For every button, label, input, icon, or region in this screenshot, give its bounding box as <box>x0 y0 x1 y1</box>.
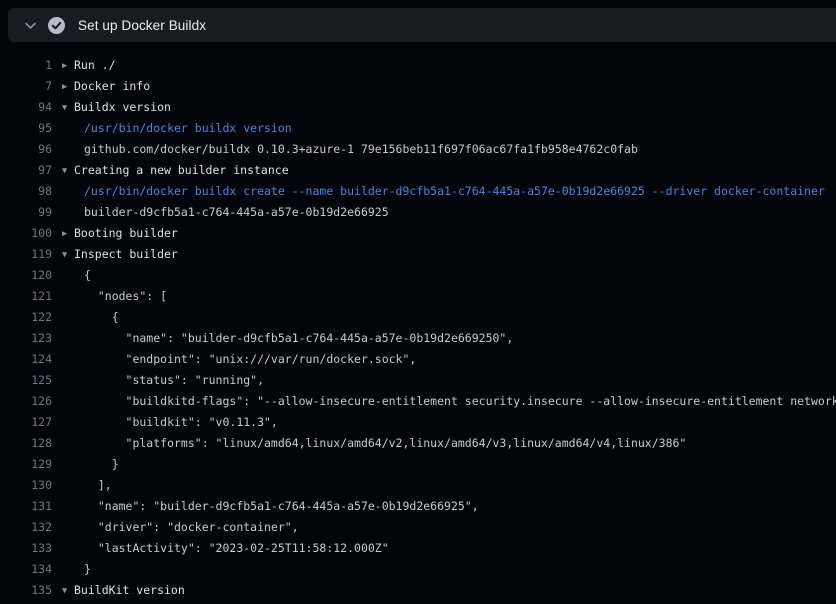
triangle-right-icon: ▶ <box>62 77 74 97</box>
line-number[interactable]: 123 <box>0 328 52 349</box>
log-text: builder-d9cfb5a1-c764-445a-a57e-0b19d2e6… <box>52 202 836 223</box>
log-text: } <box>52 454 836 475</box>
log-line: 134 } <box>0 559 836 580</box>
actions-log-viewer: Set up Docker Buildx 1 ▶Run ./ 7 ▶Docker… <box>0 0 836 604</box>
log-text: { <box>52 265 836 286</box>
log-line: 1 ▶Run ./ <box>0 55 836 76</box>
line-number[interactable]: 129 <box>0 454 52 475</box>
log-line: 128 "platforms": "linux/amd64,linux/amd6… <box>0 433 836 454</box>
group-label: Run ./ <box>74 58 116 72</box>
line-number[interactable]: 97 <box>0 160 52 181</box>
log-line: 99 builder-d9cfb5a1-c764-445a-a57e-0b19d… <box>0 202 836 223</box>
line-number[interactable]: 122 <box>0 307 52 328</box>
line-number[interactable]: 133 <box>0 538 52 559</box>
log-line: 122 { <box>0 307 836 328</box>
line-number[interactable]: 121 <box>0 286 52 307</box>
group-label: Buildx version <box>74 100 171 114</box>
log-text: { <box>52 307 836 328</box>
line-number[interactable]: 96 <box>0 139 52 160</box>
log-line: 125 "status": "running", <box>0 370 836 391</box>
line-number[interactable]: 120 <box>0 265 52 286</box>
log-line: 95 /usr/bin/docker buildx version <box>0 118 836 139</box>
group-toggle[interactable]: ▼Buildx version <box>52 97 836 118</box>
line-number[interactable]: 128 <box>0 433 52 454</box>
group-label: BuildKit version <box>74 583 185 597</box>
log-text: "nodes": [ <box>52 286 836 307</box>
triangle-down-icon: ▼ <box>62 161 74 181</box>
group-toggle[interactable]: ▼BuildKit version <box>52 580 836 601</box>
group-label: Docker info <box>74 79 150 93</box>
line-number[interactable]: 125 <box>0 370 52 391</box>
line-number[interactable]: 7 <box>0 76 52 97</box>
line-number[interactable]: 124 <box>0 349 52 370</box>
log-text: "endpoint": "unix:///var/run/docker.sock… <box>52 349 836 370</box>
log-text: "buildkit": "v0.11.3", <box>52 412 836 433</box>
log-text: "name": "builder-d9cfb5a1-c764-445a-a57e… <box>52 496 836 517</box>
log-line: 133 "lastActivity": "2023-02-25T11:58:12… <box>0 538 836 559</box>
line-number[interactable]: 99 <box>0 202 52 223</box>
line-number[interactable]: 100 <box>0 223 52 244</box>
triangle-down-icon: ▼ <box>62 581 74 601</box>
log-text: "driver": "docker-container", <box>52 517 836 538</box>
log-text: /usr/bin/docker buildx create --name bui… <box>52 181 836 202</box>
log-text: "status": "running", <box>52 370 836 391</box>
log-line: 130 ], <box>0 475 836 496</box>
line-number[interactable]: 98 <box>0 181 52 202</box>
log-line: 7 ▶Docker info <box>0 76 836 97</box>
log-text: github.com/docker/buildx 0.10.3+azure-1 … <box>52 139 836 160</box>
log-text: ], <box>52 475 836 496</box>
line-number[interactable]: 134 <box>0 559 52 580</box>
log-line: 129 } <box>0 454 836 475</box>
group-toggle[interactable]: ▼Inspect builder <box>52 244 836 265</box>
line-number[interactable]: 131 <box>0 496 52 517</box>
group-toggle[interactable]: ▶Booting builder <box>52 223 836 244</box>
group-toggle[interactable]: ▶Run ./ <box>52 55 836 76</box>
triangle-right-icon: ▶ <box>62 56 74 76</box>
log-line: 124 "endpoint": "unix:///var/run/docker.… <box>0 349 836 370</box>
line-number[interactable]: 127 <box>0 412 52 433</box>
check-circle-icon <box>48 17 65 34</box>
log-text: "name": "builder-d9cfb5a1-c764-445a-a57e… <box>52 328 836 349</box>
log-line: 121 "nodes": [ <box>0 286 836 307</box>
line-number[interactable]: 94 <box>0 97 52 118</box>
log-line: 126 "buildkitd-flags": "--allow-insecure… <box>0 391 836 412</box>
line-number[interactable]: 130 <box>0 475 52 496</box>
log-line: 97 ▼Creating a new builder instance <box>0 160 836 181</box>
group-toggle[interactable]: ▼Creating a new builder instance <box>52 160 836 181</box>
log-line: 135 ▼BuildKit version <box>0 580 836 601</box>
log-line: 132 "driver": "docker-container", <box>0 517 836 538</box>
log-line: 131 "name": "builder-d9cfb5a1-c764-445a-… <box>0 496 836 517</box>
log-text: "buildkitd-flags": "--allow-insecure-ent… <box>52 391 836 412</box>
line-number[interactable]: 119 <box>0 244 52 265</box>
log-line: 120 { <box>0 265 836 286</box>
log-text: "lastActivity": "2023-02-25T11:58:12.000… <box>52 538 836 559</box>
group-label: Booting builder <box>74 226 178 240</box>
log-text: /usr/bin/docker buildx version <box>52 118 836 139</box>
log-line: 94 ▼Buildx version <box>0 97 836 118</box>
line-number[interactable]: 126 <box>0 391 52 412</box>
log-line: 100 ▶Booting builder <box>0 223 836 244</box>
group-label: Inspect builder <box>74 247 178 261</box>
line-number[interactable]: 135 <box>0 580 52 601</box>
line-number[interactable]: 1 <box>0 55 52 76</box>
triangle-right-icon: ▶ <box>62 224 74 244</box>
log-output: 1 ▶Run ./ 7 ▶Docker info 94 ▼Buildx vers… <box>0 42 836 604</box>
log-text: "platforms": "linux/amd64,linux/amd64/v2… <box>52 433 836 454</box>
triangle-down-icon: ▼ <box>62 98 74 118</box>
step-header[interactable]: Set up Docker Buildx <box>8 8 836 42</box>
log-line: 119 ▼Inspect builder <box>0 244 836 265</box>
log-line: 123 "name": "builder-d9cfb5a1-c764-445a-… <box>0 328 836 349</box>
log-line: 127 "buildkit": "v0.11.3", <box>0 412 836 433</box>
step-title: Set up Docker Buildx <box>78 18 206 33</box>
chevron-down-icon <box>23 18 37 32</box>
triangle-down-icon: ▼ <box>62 245 74 265</box>
log-line: 98 /usr/bin/docker buildx create --name … <box>0 181 836 202</box>
log-line: 96 github.com/docker/buildx 0.10.3+azure… <box>0 139 836 160</box>
log-text: } <box>52 559 836 580</box>
line-number[interactable]: 95 <box>0 118 52 139</box>
group-toggle[interactable]: ▶Docker info <box>52 76 836 97</box>
group-label: Creating a new builder instance <box>74 163 289 177</box>
line-number[interactable]: 132 <box>0 517 52 538</box>
